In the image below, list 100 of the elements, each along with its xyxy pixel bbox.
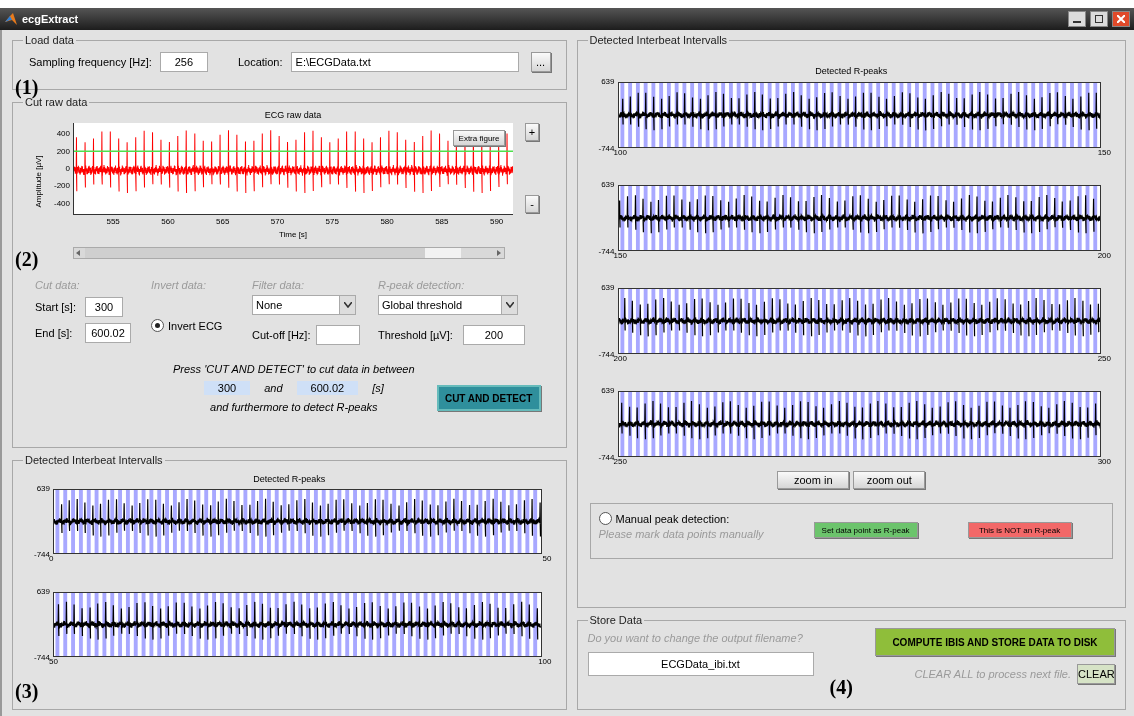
annotation-label: (1) [15,76,39,99]
field-label: Start [s]: [35,301,77,313]
axis-label: 590 [489,217,504,226]
maximize-icon [1095,15,1103,23]
dropdown[interactable]: Global threshold [378,295,518,315]
group-title: Detected Interbeat Intervalls [24,454,164,466]
section-heading: Cut data: [35,279,81,291]
close-icon [1117,15,1125,23]
axis-label: 639 [36,587,50,596]
axis-label: 639 [601,180,615,189]
input-field[interactable]: ECGData_ibi.txt [587,652,814,676]
axis-label: -744 [34,550,50,559]
group-title: Store Data [588,614,644,626]
axis-label: 400 [56,129,70,139]
zoom-in-button[interactable]: zoom in [777,471,850,489]
value-label: 600.02 [296,381,359,395]
window-title: ecgExtract [22,13,80,25]
axis-label: 555 [106,217,120,226]
axis-label: 100 [613,148,627,158]
instruction-text: and [264,382,283,394]
field-label: Threshold [µV]: [378,329,453,341]
value-label: 300 [203,381,251,395]
axis-label: 639 [601,77,615,86]
radio-button[interactable]: Invert ECG [151,319,246,332]
plus-button[interactable]: + [525,123,539,141]
dropdown[interactable]: None [252,295,356,315]
axis-label: -200 [54,181,70,191]
zoom-out-button[interactable]: zoom out [853,471,926,489]
axis-label: 560 [161,217,175,226]
not-r-peak-button[interactable]: This is NOT an R-peak [967,522,1072,538]
scrollbar[interactable] [73,247,505,259]
axis-label: 639 [601,386,615,395]
annotation-label: (3) [15,680,39,703]
axis-title: Time [s] [278,230,308,239]
cut-and-detect-button[interactable]: CUT AND DETECT [436,385,541,411]
field-label: Cut-off [Hz]: [252,329,311,341]
minimize-button[interactable] [1068,11,1086,27]
axis-label: 50 [542,554,552,564]
input-field[interactable]: 200 [462,325,525,345]
axis-label: -744 [34,653,50,662]
axis-label: 150 [613,251,627,261]
axis-label: 575 [325,217,339,226]
section-heading: Invert data: [151,279,208,291]
axis-label: -744 [598,350,615,359]
browse-button[interactable]: ... [530,52,551,72]
axis-label: 250 [613,457,627,467]
input-field[interactable]: 600.02 [85,323,131,343]
hint-text: Please mark data points manually [598,528,764,540]
compute-and-store-button[interactable]: COMPUTE IBIS AND STORE DATA TO DISK [875,628,1115,656]
input-field[interactable]: E:\ECGData.txt [290,52,519,72]
axis-title: Amplitude [µV] [33,154,43,208]
axis-label: 50 [49,657,58,667]
group-title: Load data [24,34,75,46]
axis-label: 200 [613,354,627,364]
plot-title: ECG raw data [263,110,323,122]
axis-label: 580 [380,217,394,226]
axis-label: 100 [538,657,552,667]
maximize-button[interactable] [1090,11,1108,27]
hint-text: CLEAR ALL to process next file. [914,668,1071,680]
app-icon [4,12,18,26]
axis-label: 570 [270,217,285,226]
set-r-peak-button[interactable]: Set data point as R-peak [813,522,918,538]
input-field[interactable]: 256 [159,52,208,72]
axis-label: -744 [598,247,615,256]
radio-button[interactable]: Manual peak detection: [598,512,764,525]
axis-label: 639 [36,484,50,493]
axis-label: 300 [1097,457,1111,467]
axis-label: 200 [1097,251,1111,261]
instruction-text: [s] [372,382,384,394]
plot-title: Detected R-peaks [252,474,327,486]
clear-button[interactable]: CLEAR [1077,664,1115,684]
caret-icon [501,296,517,314]
plot-title: Detected R-peaks [814,66,889,78]
section-heading: R-peak detection: [378,279,466,291]
axis-label: 585 [435,217,449,226]
minus-button[interactable]: - [525,195,539,213]
field-label: End [s]: [35,327,74,339]
axis-label: 565 [216,217,230,226]
annotation-label: (2) [15,248,39,271]
axis-label: -744 [598,144,615,153]
group-title: Detected Interbeat Intervalls [588,34,729,46]
annotation-label: (4) [829,676,853,699]
input-field[interactable] [316,325,361,345]
axis-label: 200 [56,146,70,156]
caret-icon [339,296,355,314]
hint-text: Do you want to change the output filename? [587,632,804,644]
field-label: Location: [237,56,283,68]
axis-label: 0 [65,164,70,173]
section-heading: Filter data: [252,279,305,291]
axis-label: 639 [601,283,615,292]
instruction-text: and furthermore to detect R-peaks [210,401,378,413]
axis-label: 0 [49,554,54,564]
close-button[interactable] [1112,11,1130,27]
axis-label: 150 [1097,148,1111,158]
input-field[interactable]: 300 [85,297,123,317]
axis-label: 250 [1097,354,1111,364]
axis-label: -400 [54,198,70,208]
axis-label: -744 [598,453,615,462]
extra-figure-button[interactable]: Extra figure [453,130,505,146]
field-label: Sampling frequency [Hz]: [29,56,152,68]
